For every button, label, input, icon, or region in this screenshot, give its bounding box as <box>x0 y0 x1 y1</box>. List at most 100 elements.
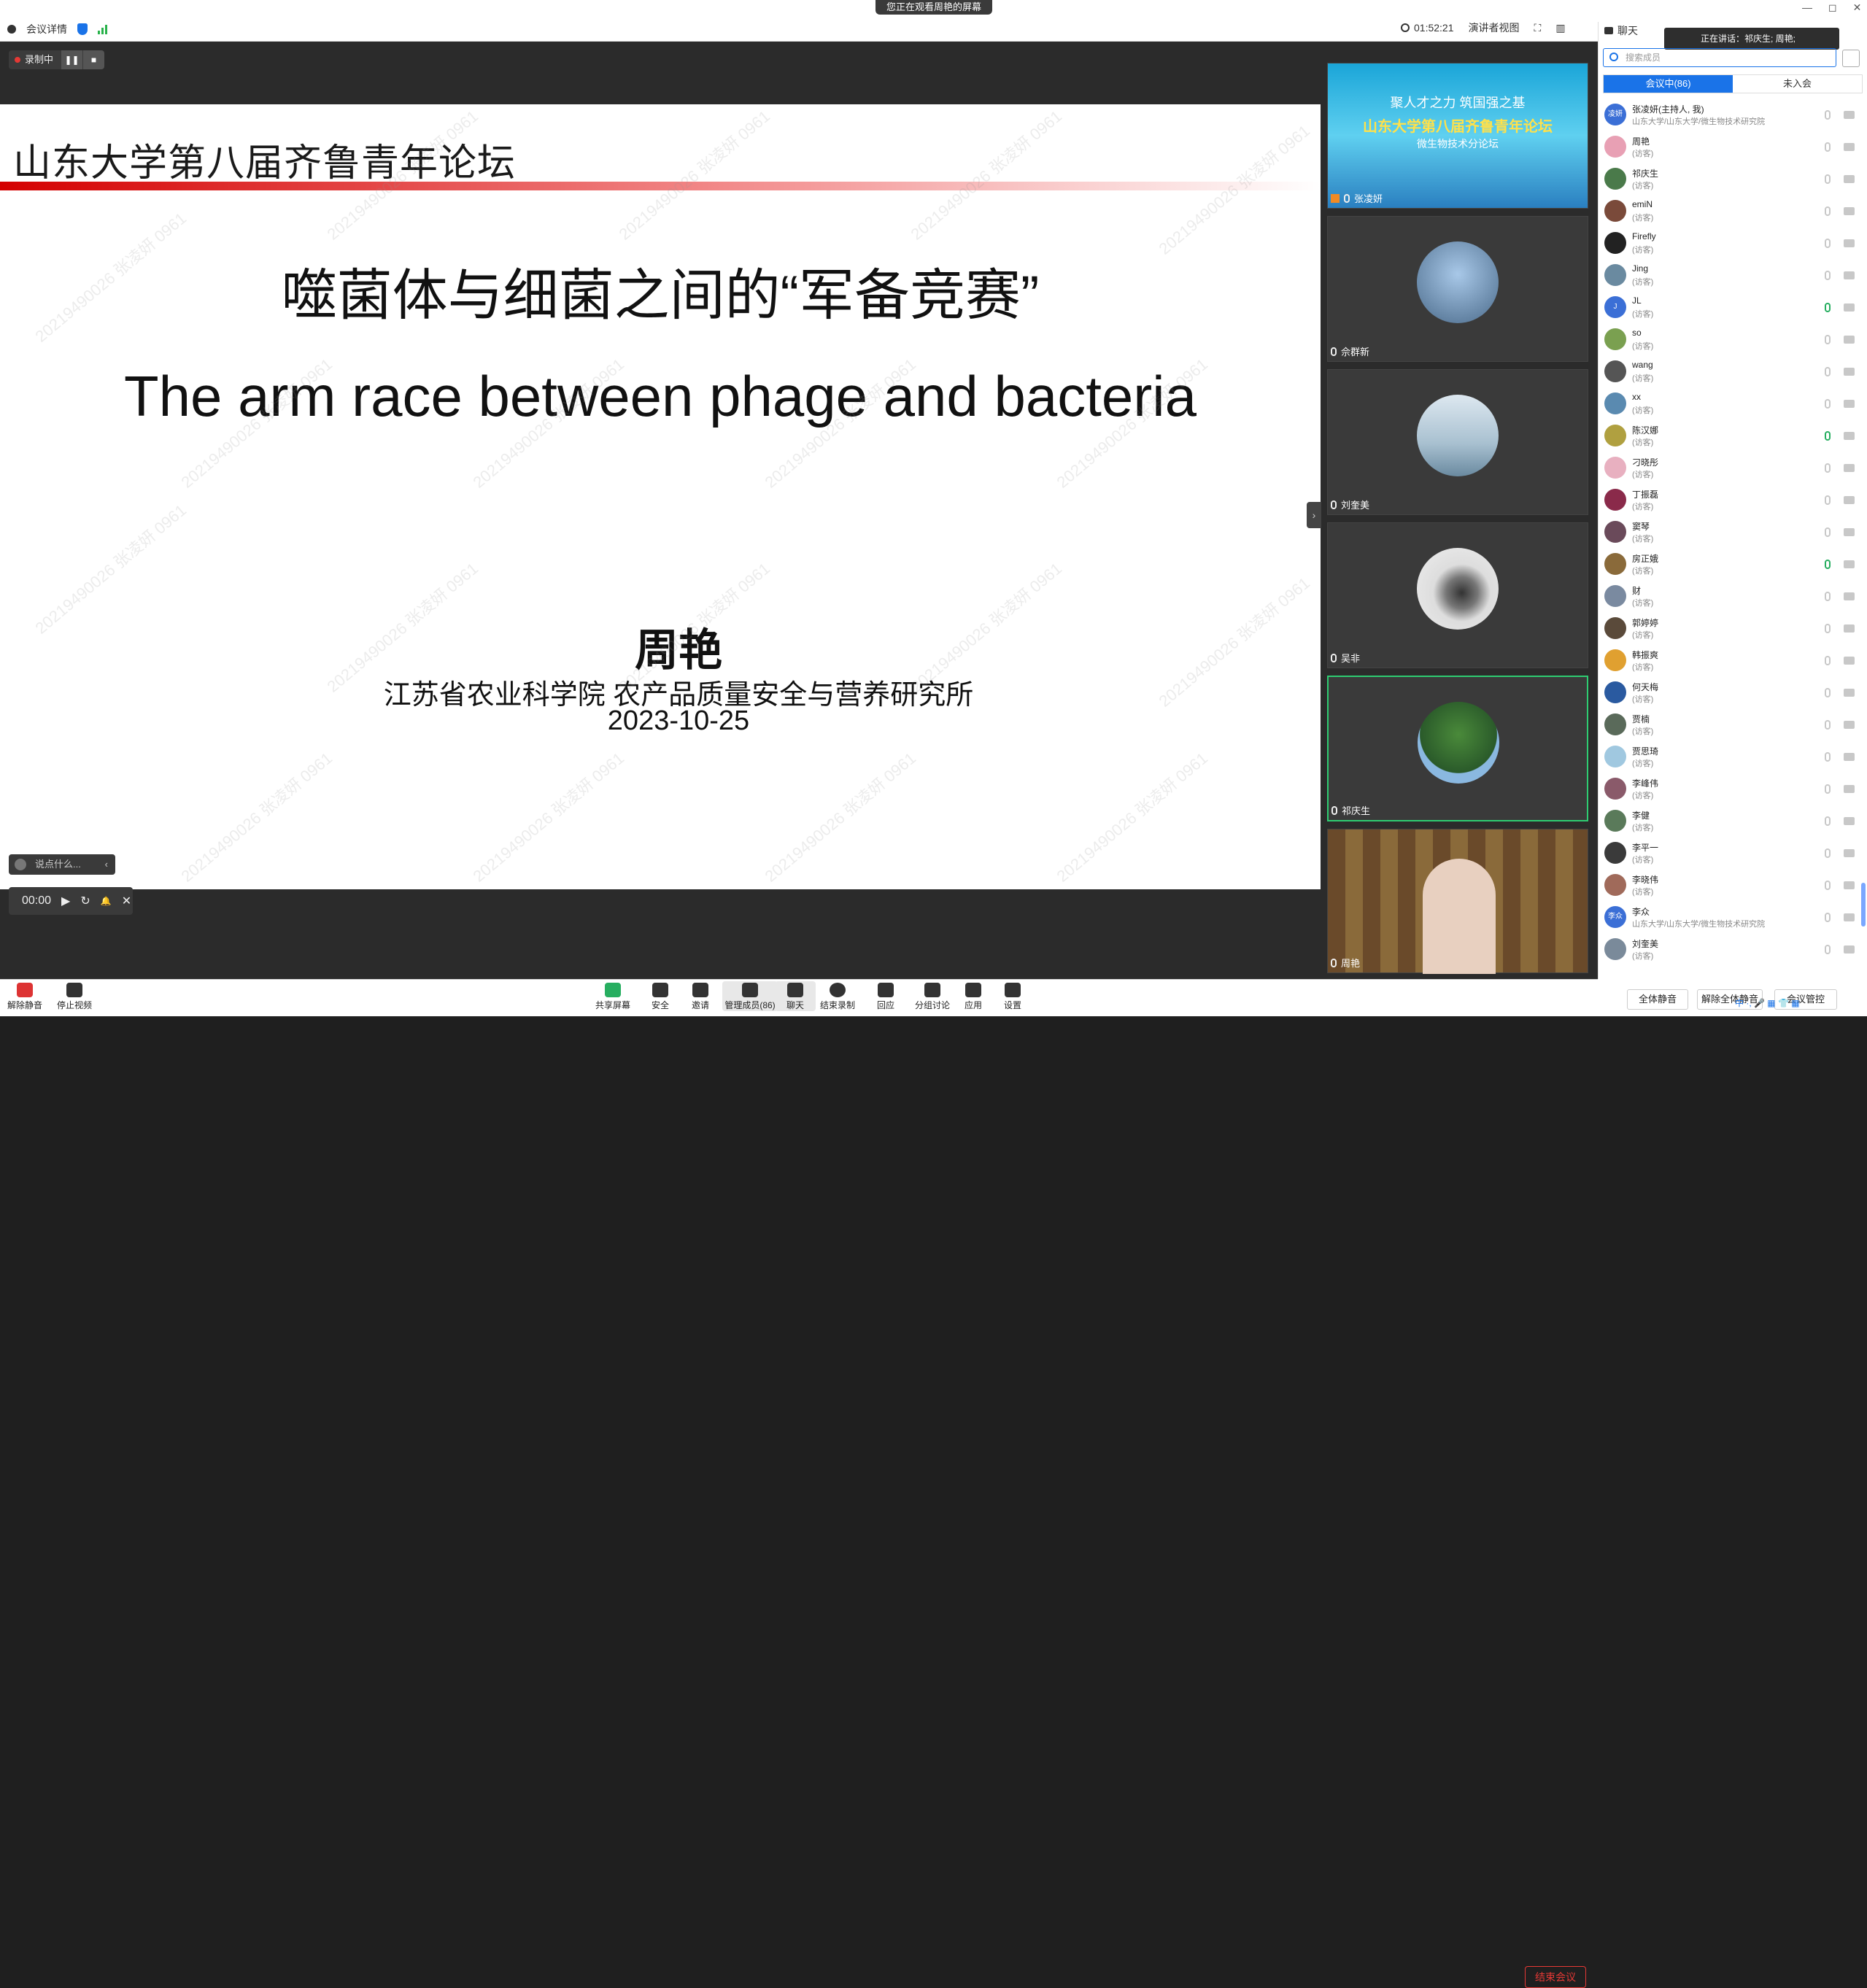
member-row[interactable]: 刁晓彤 (访客) <box>1599 452 1867 484</box>
add-member-icon[interactable] <box>1842 50 1860 67</box>
camera-icon[interactable] <box>1844 624 1855 633</box>
video-tile[interactable]: 周艳 <box>1327 829 1588 974</box>
share-screen-button[interactable]: 共享屏幕 <box>591 981 635 1011</box>
breakout-button[interactable]: 分组讨论 <box>911 981 954 1011</box>
camera-icon[interactable] <box>1844 881 1855 889</box>
close-button[interactable]: ✕ <box>1853 1 1862 14</box>
camera-icon[interactable] <box>1844 528 1855 536</box>
video-tile[interactable]: 聚人才之力 筑国强之基 山东大学第八届齐鲁青年论坛 微生物技术分论坛 张凌妍 <box>1327 63 1588 209</box>
member-row[interactable]: wang (访客) <box>1599 356 1867 388</box>
screen-share-banner[interactable]: 您正在观看周艳的屏幕 <box>875 0 992 15</box>
camera-icon[interactable] <box>1844 849 1855 857</box>
mic-icon[interactable] <box>1825 720 1831 730</box>
mic-icon[interactable] <box>1825 463 1831 473</box>
mic-icon[interactable] <box>1825 110 1831 120</box>
manage-members-button[interactable]: 管理成员(86) <box>722 981 778 1011</box>
member-row[interactable]: 窦琴 (访客) <box>1599 517 1867 549</box>
close-player-icon[interactable]: ✕ <box>122 894 131 908</box>
mic-icon[interactable] <box>1825 206 1831 216</box>
settings-button[interactable]: 设置 <box>991 981 1035 1011</box>
camera-icon[interactable] <box>1844 303 1855 312</box>
camera-icon[interactable] <box>1844 817 1855 825</box>
mic-icon[interactable] <box>1825 335 1831 344</box>
member-search-input[interactable]: 搜索成员 <box>1603 48 1836 67</box>
member-row[interactable]: 刘奎美 (访客) <box>1599 934 1867 966</box>
camera-icon[interactable] <box>1844 143 1855 151</box>
play-icon[interactable]: ▶ <box>61 894 70 908</box>
camera-icon[interactable] <box>1844 368 1855 376</box>
chat-label[interactable]: 聊天 <box>1617 23 1638 38</box>
mic-icon[interactable] <box>1825 431 1831 441</box>
security-shield-icon[interactable] <box>77 23 88 35</box>
member-row[interactable]: 李众 李众 山东大学/山东大学/微生物技术研究院 <box>1599 902 1867 934</box>
camera-icon[interactable] <box>1844 913 1855 921</box>
pause-recording-button[interactable]: ❚❚ <box>61 50 83 69</box>
member-row[interactable]: 郭婷婷 (访客) <box>1599 613 1867 645</box>
mic-icon[interactable] <box>1825 142 1831 152</box>
member-row[interactable]: 丁振磊 (访客) <box>1599 484 1867 517</box>
camera-icon[interactable] <box>1844 560 1855 568</box>
mic-icon[interactable] <box>1825 399 1831 409</box>
camera-icon[interactable] <box>1844 111 1855 119</box>
mic-icon[interactable] <box>1825 752 1831 762</box>
camera-icon[interactable] <box>1844 945 1855 954</box>
member-row[interactable]: 凌妍 张凌妍(主持人, 我) 山东大学/山东大学/微生物技术研究院 <box>1599 99 1867 131</box>
mic-icon[interactable] <box>1825 527 1831 537</box>
video-tile[interactable]: 刘奎美 <box>1327 369 1588 515</box>
stop-recording-button[interactable]: ■ <box>82 50 105 69</box>
mic-icon[interactable] <box>1825 174 1831 184</box>
collapse-gallery-button[interactable]: › <box>1307 502 1321 528</box>
member-row[interactable]: emiN (访客) <box>1599 196 1867 228</box>
mic-icon[interactable] <box>1825 271 1831 280</box>
network-signal-icon[interactable] <box>98 24 108 34</box>
camera-icon[interactable] <box>1844 175 1855 183</box>
mic-icon[interactable] <box>1825 913 1831 922</box>
member-row[interactable]: 韩振爽 (访客) <box>1599 645 1867 677</box>
mic-icon[interactable] <box>1825 784 1831 794</box>
mic-icon[interactable] <box>1825 881 1831 890</box>
bell-icon[interactable]: 🔔 <box>101 896 112 906</box>
maximize-button[interactable]: ◻ <box>1828 1 1837 14</box>
tab-not-joined[interactable]: 未入会 <box>1733 75 1862 93</box>
camera-icon[interactable] <box>1844 753 1855 761</box>
emoji-icon[interactable] <box>15 859 26 870</box>
camera-icon[interactable] <box>1844 785 1855 793</box>
mic-icon[interactable] <box>1825 239 1831 248</box>
member-row[interactable]: 贾思琦 (访客) <box>1599 741 1867 773</box>
mic-icon[interactable] <box>1825 945 1831 954</box>
mute-all-button[interactable]: 全体静音 <box>1627 989 1688 1010</box>
collapse-chat-icon[interactable]: ‹ <box>105 854 108 875</box>
mic-icon[interactable] <box>1825 848 1831 858</box>
video-tile[interactable]: 祁庆生 <box>1327 676 1588 821</box>
member-row[interactable]: 李平一 (访客) <box>1599 838 1867 870</box>
member-row[interactable]: Jing (访客) <box>1599 260 1867 292</box>
video-tile[interactable]: 佘群新 <box>1327 216 1588 362</box>
member-row[interactable]: 李晓伟 (访客) <box>1599 870 1867 902</box>
layout-icon[interactable]: ▥ <box>1555 22 1565 34</box>
member-row[interactable]: 周艳 (访客) <box>1599 131 1867 163</box>
mic-icon[interactable] <box>1825 656 1831 665</box>
mic-icon[interactable] <box>1825 367 1831 376</box>
mic-icon[interactable] <box>1825 624 1831 633</box>
member-row[interactable]: 陈汉娜 (访客) <box>1599 420 1867 452</box>
member-row[interactable]: 祁庆生 (访客) <box>1599 163 1867 196</box>
camera-icon[interactable] <box>1844 207 1855 215</box>
member-row[interactable]: xx (访客) <box>1599 388 1867 420</box>
info-icon[interactable] <box>7 25 16 34</box>
unmute-button[interactable]: 解除静音 <box>3 981 47 1011</box>
mic-icon[interactable] <box>1825 688 1831 697</box>
loop-icon[interactable]: ↻ <box>80 894 90 908</box>
member-row[interactable]: 房正娥 (访客) <box>1599 549 1867 581</box>
chat-quick-input[interactable]: 说点什么... ‹ <box>9 854 115 875</box>
fullscreen-icon[interactable]: ⛶ <box>1534 22 1542 34</box>
camera-icon[interactable] <box>1844 721 1855 729</box>
apps-button[interactable]: 应用 <box>951 981 995 1011</box>
camera-icon[interactable] <box>1844 239 1855 247</box>
camera-icon[interactable] <box>1844 432 1855 440</box>
stop-video-button[interactable]: 停止视频 <box>53 981 96 1011</box>
member-row[interactable]: 李峰伟 (访客) <box>1599 773 1867 805</box>
end-meeting-button[interactable]: 结束会议 <box>1525 1966 1586 1988</box>
minimize-button[interactable]: — <box>1802 1 1812 14</box>
chat-input-placeholder[interactable]: 说点什么... <box>35 859 81 870</box>
tab-in-meeting[interactable]: 会议中(86) <box>1604 75 1733 93</box>
